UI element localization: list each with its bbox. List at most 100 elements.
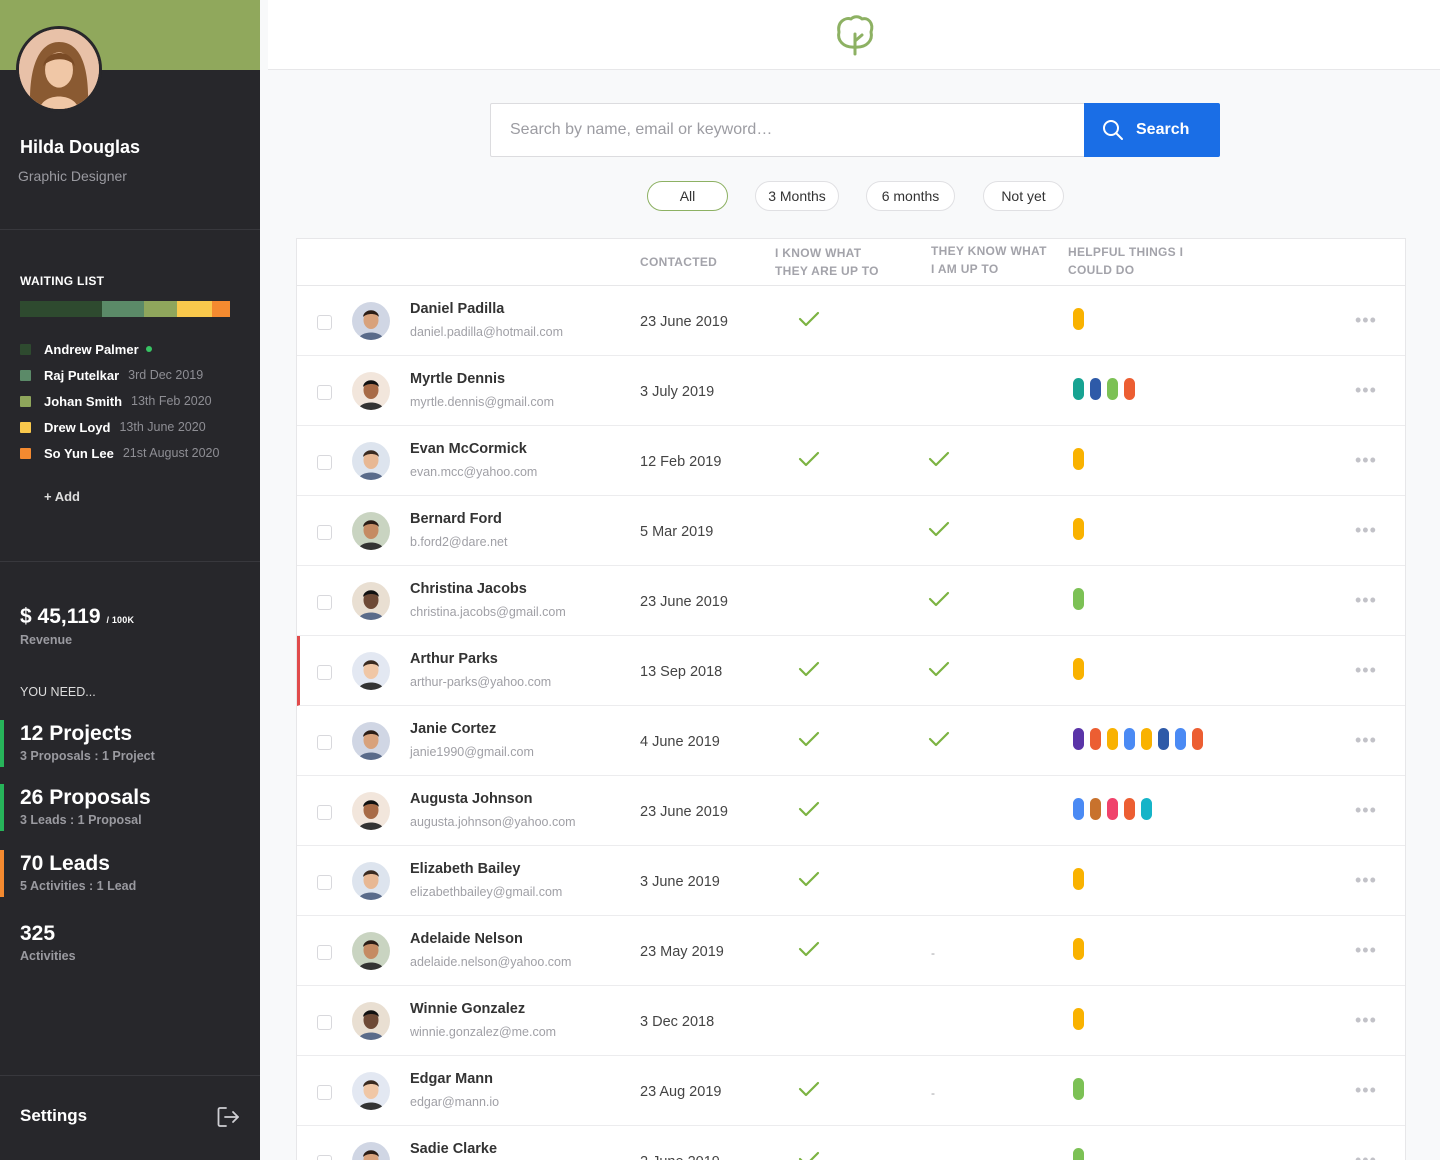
contact-name[interactable]: Bernard Ford xyxy=(410,511,502,527)
helpful-pill[interactable] xyxy=(1107,798,1118,820)
contact-email[interactable]: daniel.padilla@hotmail.com xyxy=(410,325,563,339)
table-row[interactable]: Winnie Gonzalez winnie.gonzalez@me.com 3 D… xyxy=(297,986,1405,1056)
filter-chip-3-months[interactable]: 3 Months xyxy=(755,181,839,211)
header-i-know[interactable]: I KNOW WHAT THEY ARE UP TO xyxy=(775,244,879,280)
avatar[interactable] xyxy=(352,652,390,690)
contact-name[interactable]: Janie Cortez xyxy=(410,721,496,737)
row-checkbox[interactable] xyxy=(317,385,332,400)
waiting-list-item[interactable]: Andrew Palmer xyxy=(20,336,219,362)
contact-email[interactable]: myrtle.dennis@gmail.com xyxy=(410,395,554,409)
more-options-icon[interactable]: ••• xyxy=(1355,731,1377,749)
waiting-list-item[interactable]: Johan Smith 13th Feb 2020 xyxy=(20,388,219,414)
more-options-icon[interactable]: ••• xyxy=(1355,1011,1377,1029)
row-checkbox[interactable] xyxy=(317,735,332,750)
avatar[interactable] xyxy=(352,1142,390,1160)
row-checkbox[interactable] xyxy=(317,1155,332,1160)
row-checkbox[interactable] xyxy=(317,315,332,330)
settings-link[interactable]: Settings xyxy=(20,1106,87,1126)
waiting-list-item[interactable]: Raj Putelkar 3rd Dec 2019 xyxy=(20,362,219,388)
contact-email[interactable]: adelaide.nelson@yahoo.com xyxy=(410,955,571,969)
stat-proposals[interactable]: 26 Proposals 3 Leads : 1 Proposal xyxy=(0,784,260,834)
table-row[interactable]: Adelaide Nelson adelaide.nelson@yahoo.com… xyxy=(297,916,1405,986)
table-row[interactable]: Myrtle Dennis myrtle.dennis@gmail.com 3 Ju… xyxy=(297,356,1405,426)
table-row[interactable]: Daniel Padilla daniel.padilla@hotmail.com… xyxy=(297,286,1405,356)
contact-email[interactable]: arthur-parks@yahoo.com xyxy=(410,675,551,689)
tree-logo-icon[interactable] xyxy=(835,14,875,58)
avatar[interactable] xyxy=(352,442,390,480)
helpful-pill[interactable] xyxy=(1073,1008,1084,1030)
helpful-pill[interactable] xyxy=(1073,728,1084,750)
logout-icon[interactable] xyxy=(216,1106,240,1128)
table-row[interactable]: Augusta Johnson augusta.johnson@yahoo.com… xyxy=(297,776,1405,846)
contact-name[interactable]: Sadie Clarke xyxy=(410,1141,497,1157)
helpful-pill[interactable] xyxy=(1124,798,1135,820)
avatar[interactable] xyxy=(352,512,390,550)
contact-name[interactable]: Evan McCormick xyxy=(410,441,527,457)
header-helpful[interactable]: HELPFUL THINGS I COULD DO xyxy=(1068,243,1183,279)
helpful-pill[interactable] xyxy=(1073,588,1084,610)
row-checkbox[interactable] xyxy=(317,945,332,960)
helpful-pill[interactable] xyxy=(1141,728,1152,750)
table-row[interactable]: Edgar Mann edgar@mann.io 23 Aug 2019 - ••• xyxy=(297,1056,1405,1126)
helpful-pill[interactable] xyxy=(1175,728,1186,750)
contact-email[interactable]: b.ford2@dare.net xyxy=(410,535,507,549)
contact-name[interactable]: Elizabeth Bailey xyxy=(410,861,520,877)
helpful-pill[interactable] xyxy=(1073,378,1084,400)
contact-email[interactable]: janie1990@gmail.com xyxy=(410,745,534,759)
helpful-pill[interactable] xyxy=(1107,378,1118,400)
stat-leads[interactable]: 70 Leads 5 Activities : 1 Lead xyxy=(0,850,260,900)
avatar[interactable] xyxy=(352,722,390,760)
more-options-icon[interactable]: ••• xyxy=(1355,451,1377,469)
avatar[interactable] xyxy=(352,1072,390,1110)
helpful-pill[interactable] xyxy=(1073,1148,1084,1160)
more-options-icon[interactable]: ••• xyxy=(1355,661,1377,679)
contact-name[interactable]: Myrtle Dennis xyxy=(410,371,505,387)
helpful-pill[interactable] xyxy=(1192,728,1203,750)
profile-avatar[interactable] xyxy=(16,26,102,112)
avatar[interactable] xyxy=(352,932,390,970)
row-checkbox[interactable] xyxy=(317,665,332,680)
more-options-icon[interactable]: ••• xyxy=(1355,801,1377,819)
table-row[interactable]: Janie Cortez janie1990@gmail.com 4 June 20… xyxy=(297,706,1405,776)
avatar[interactable] xyxy=(352,792,390,830)
table-row[interactable]: Christina Jacobs christina.jacobs@gmail.c… xyxy=(297,566,1405,636)
more-options-icon[interactable]: ••• xyxy=(1355,1081,1377,1099)
row-checkbox[interactable] xyxy=(317,1085,332,1100)
table-row[interactable]: Evan McCormick evan.mcc@yahoo.com 12 Feb 2… xyxy=(297,426,1405,496)
waiting-list-item[interactable]: Drew Loyd 13th June 2020 xyxy=(20,414,219,440)
helpful-pill[interactable] xyxy=(1073,938,1084,960)
table-row[interactable]: Elizabeth Bailey elizabethbailey@gmail.co… xyxy=(297,846,1405,916)
helpful-pill[interactable] xyxy=(1073,308,1084,330)
helpful-pill[interactable] xyxy=(1073,518,1084,540)
search-input[interactable] xyxy=(490,103,1086,157)
row-checkbox[interactable] xyxy=(317,875,332,890)
more-options-icon[interactable]: ••• xyxy=(1355,521,1377,539)
helpful-pill[interactable] xyxy=(1124,378,1135,400)
more-options-icon[interactable]: ••• xyxy=(1355,941,1377,959)
contact-email[interactable]: augusta.johnson@yahoo.com xyxy=(410,815,576,829)
avatar[interactable] xyxy=(352,862,390,900)
row-checkbox[interactable] xyxy=(317,1015,332,1030)
more-options-icon[interactable]: ••• xyxy=(1355,591,1377,609)
helpful-pill[interactable] xyxy=(1090,798,1101,820)
contact-email[interactable]: winnie.gonzalez@me.com xyxy=(410,1025,556,1039)
filter-chip-all[interactable]: All xyxy=(647,181,728,211)
more-options-icon[interactable]: ••• xyxy=(1355,1151,1377,1160)
avatar[interactable] xyxy=(352,582,390,620)
helpful-pill[interactable] xyxy=(1073,868,1084,890)
contact-email[interactable]: christina.jacobs@gmail.com xyxy=(410,605,566,619)
row-checkbox[interactable] xyxy=(317,525,332,540)
more-options-icon[interactable]: ••• xyxy=(1355,381,1377,399)
helpful-pill[interactable] xyxy=(1073,448,1084,470)
contact-name[interactable]: Edgar Mann xyxy=(410,1071,493,1087)
more-options-icon[interactable]: ••• xyxy=(1355,311,1377,329)
row-checkbox[interactable] xyxy=(317,455,332,470)
header-they-know[interactable]: THEY KNOW WHAT I AM UP TO xyxy=(931,242,1047,278)
add-waiting-button[interactable]: + Add xyxy=(44,489,80,504)
header-contacted[interactable]: CONTACTED xyxy=(640,253,717,271)
contact-name[interactable]: Arthur Parks xyxy=(410,651,498,667)
contact-name[interactable]: Daniel Padilla xyxy=(410,301,504,317)
contact-email[interactable]: evan.mcc@yahoo.com xyxy=(410,465,537,479)
table-row[interactable]: Arthur Parks arthur-parks@yahoo.com 13 Sep… xyxy=(297,636,1405,706)
contact-name[interactable]: Winnie Gonzalez xyxy=(410,1001,525,1017)
